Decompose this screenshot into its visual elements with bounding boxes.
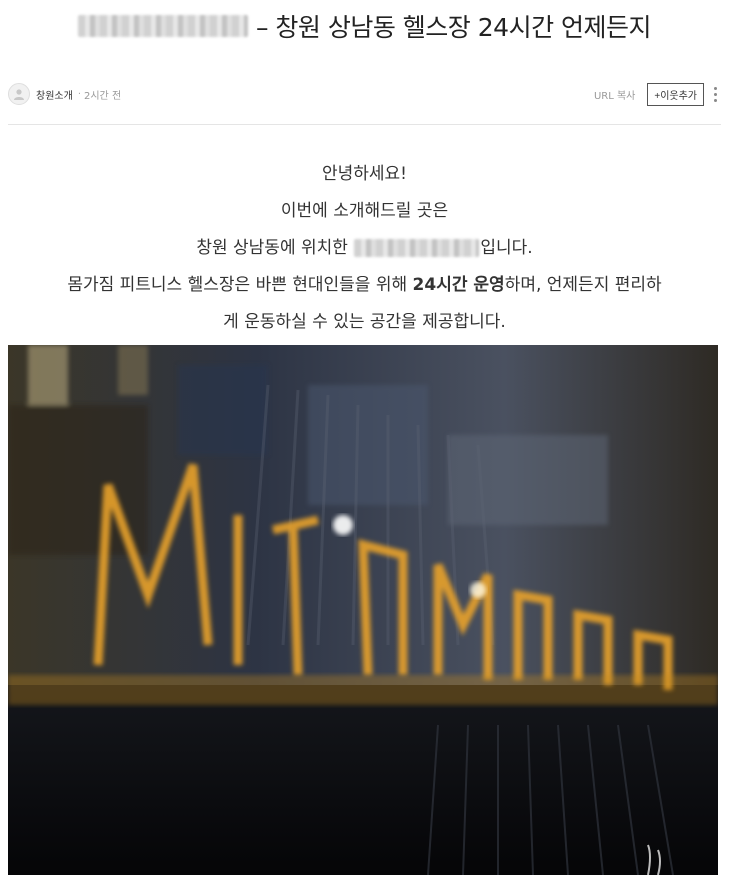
blurred-gym-name xyxy=(77,15,248,37)
author-name[interactable]: 창원소개 xyxy=(36,87,73,102)
blurred-gym-name-inline xyxy=(354,239,480,257)
body-line-4-bold: 24시간 운영 xyxy=(412,275,505,295)
body-line-4-post: 하며, 언제든지 편리하 xyxy=(504,275,662,295)
body-line-4-pre: 몸가짐 피트니스 헬스장은 바쁜 현대인들을 위해 xyxy=(67,275,413,295)
add-neighbor-button[interactable]: +이웃추가 xyxy=(647,82,704,106)
body-line-3-post: 입니다. xyxy=(480,238,533,258)
body-line-3-pre: 창원 상남동에 위치한 xyxy=(196,238,348,258)
more-vertical-icon[interactable] xyxy=(710,85,721,104)
meta-separator: · xyxy=(77,88,81,100)
post-time: 2시간 전 xyxy=(84,90,122,102)
body-line-4: 몸가짐 피트니스 헬스장은 바쁜 현대인들을 위해 24시간 운영하며, 언제든… xyxy=(0,267,729,304)
body-line-2: 이번에 소개해드릴 곳은 xyxy=(280,201,449,221)
post-title-text: – 창원 상남동 헬스장 24시간 언제든지 xyxy=(255,13,652,42)
gym-sign-photo[interactable] xyxy=(8,345,718,875)
user-avatar-icon[interactable] xyxy=(8,83,30,105)
body-line-1: 안녕하세요! xyxy=(321,164,407,184)
meta-divider xyxy=(8,124,721,125)
post-title: – 창원 상남동 헬스장 24시간 언제든지 xyxy=(0,6,729,46)
body-line-5: 게 운동하실 수 있는 공간을 제공합니다. xyxy=(223,312,506,332)
body-line-3: 창원 상남동에 위치한 입니다. xyxy=(0,230,729,267)
post-body: 안녕하세요! 이번에 소개해드릴 곳은 창원 상남동에 위치한 입니다. 몸가짐… xyxy=(0,156,729,341)
url-copy-link[interactable]: URL 복사 xyxy=(594,87,635,102)
post-meta: 창원소개 · 2시간 전 URL 복사 +이웃추가 xyxy=(8,80,721,108)
